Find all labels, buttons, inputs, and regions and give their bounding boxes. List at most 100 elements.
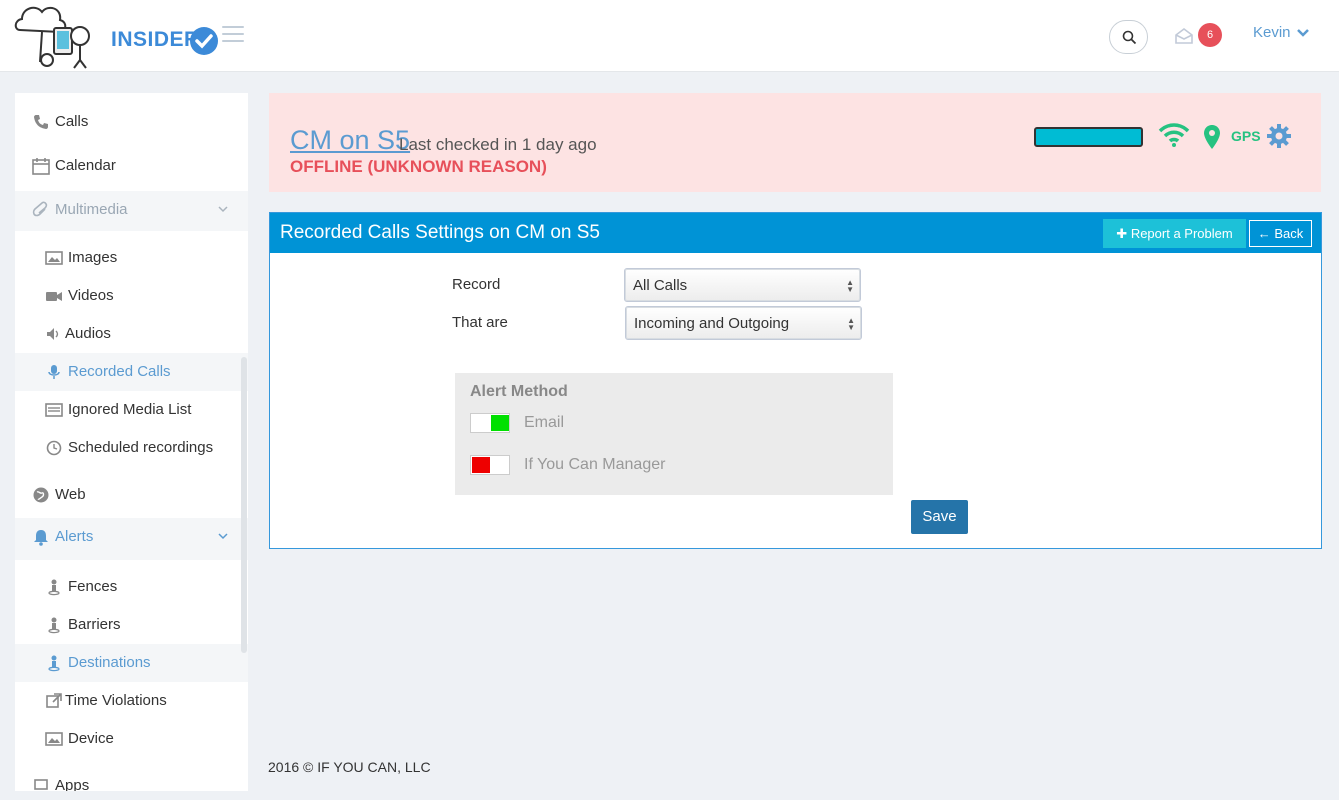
top-bar: INSIDER 6 Kevin (0, 0, 1339, 72)
check-badge-icon (190, 27, 218, 55)
sidebar-item-label: Scheduled recordings (68, 439, 214, 456)
list-icon (45, 403, 63, 417)
sidebar-item-label: Alerts (55, 528, 94, 545)
sidebar-item-label: Multimedia (55, 201, 128, 218)
sidebar-item-recorded-calls[interactable]: Recorded Calls (15, 353, 248, 391)
alert-method-box: Alert Method Email If You Can Manager (455, 373, 893, 495)
alert-method-title: Alert Method (470, 383, 568, 400)
external-link-icon (46, 693, 62, 708)
sidebar-item-label: Recorded Calls (68, 363, 171, 380)
record-label: Record (452, 276, 501, 293)
image-icon (45, 732, 63, 746)
map-pin-icon (1204, 125, 1220, 149)
sidebar-item-multimedia[interactable]: Multimedia (15, 191, 248, 231)
sidebar-item-barriers[interactable]: Barriers (15, 606, 248, 644)
person-pin-icon (48, 655, 60, 672)
sidebar-item-label: Destinations (68, 654, 151, 671)
save-button[interactable]: Save (911, 500, 968, 534)
sidebar-item-ignored-media-list[interactable]: Ignored Media List (15, 391, 248, 429)
record-select-value: All Calls (633, 277, 688, 294)
gear-icon[interactable] (1266, 123, 1292, 149)
sidebar-item-audios[interactable]: Audios (15, 315, 248, 353)
report-problem-label: Report a Problem (1130, 226, 1233, 241)
sidebar-item-scheduled-recordings[interactable]: Scheduled recordings (15, 429, 248, 467)
select-arrows-icon: ▲ ▼ (847, 316, 855, 332)
globe-icon (33, 487, 49, 503)
battery-indicator (1034, 127, 1143, 147)
device-status-panel: CM on S5 Last checked in 1 day ago OFFLI… (269, 93, 1321, 192)
sidebar-item-web[interactable]: Web (15, 476, 248, 514)
search-button[interactable] (1109, 20, 1148, 54)
email-toggle[interactable] (470, 413, 510, 433)
search-icon (1122, 30, 1137, 45)
video-camera-icon (46, 292, 62, 301)
sidebar-item-label: Time Violations (65, 692, 167, 709)
plus-icon: ✚ (1116, 226, 1128, 241)
sidebar-item-videos[interactable]: Videos (15, 277, 248, 315)
logo[interactable]: INSIDER (12, 0, 218, 72)
sidebar-item-device[interactable]: Device (15, 720, 248, 758)
menu-icon[interactable] (222, 26, 244, 44)
back-button[interactable]: ← Back (1249, 220, 1312, 247)
sidebar-item-label: Images (68, 249, 118, 266)
select-arrows-icon: ▲ ▼ (846, 278, 854, 294)
sidebar: Calls Calendar Multimedia Images Videos … (15, 93, 248, 791)
device-name-link[interactable]: CM on S5 (290, 125, 410, 156)
that-are-label: That are (452, 314, 508, 331)
paperclip-icon (32, 201, 48, 217)
panel-header: Recorded Calls Settings on CM on S5 ✚ Re… (270, 213, 1321, 253)
email-toggle-label: Email (524, 414, 565, 431)
sidebar-item-alerts[interactable]: Alerts (15, 518, 248, 560)
sidebar-item-label: Apps (55, 777, 90, 791)
record-select[interactable]: All Calls ▲ ▼ (624, 268, 861, 302)
sidebar-item-label: Calls (55, 113, 89, 130)
sidebar-item-label: Ignored Media List (68, 401, 192, 418)
panel-title: Recorded Calls Settings on CM on S5 (280, 222, 600, 243)
sidebar-item-label: Videos (68, 287, 114, 304)
manager-toggle[interactable] (470, 455, 510, 475)
sidebar-item-label: Calendar (55, 157, 116, 174)
sidebar-scrollbar[interactable] (241, 357, 247, 653)
arrow-left-icon: ← (1257, 226, 1271, 241)
sidebar-item-fences[interactable]: Fences (15, 568, 248, 606)
logo-text: INSIDER (111, 28, 200, 51)
report-problem-button[interactable]: ✚ Report a Problem (1103, 219, 1246, 248)
that-are-select-value: Incoming and Outgoing (634, 315, 790, 332)
sidebar-item-apps[interactable]: Apps (15, 767, 248, 791)
sidebar-item-label: Audios (65, 325, 111, 342)
chevron-down-icon[interactable] (1296, 28, 1310, 38)
person-pin-icon (48, 579, 60, 596)
sidebar-item-time-violations[interactable]: Time Violations (15, 682, 248, 720)
device-status-text: OFFLINE (UNKNOWN REASON) (290, 157, 547, 176)
last-checked-text: Last checked in 1 day ago (399, 135, 597, 154)
calendar-icon (32, 158, 50, 175)
user-menu[interactable]: Kevin (1253, 24, 1291, 41)
sidebar-item-calls[interactable]: Calls (15, 103, 248, 141)
that-are-select[interactable]: Incoming and Outgoing ▲ ▼ (625, 306, 862, 340)
notification-badge[interactable]: 6 (1198, 23, 1222, 47)
microphone-icon (48, 365, 60, 379)
gps-label: GPS (1231, 128, 1261, 144)
bell-icon (34, 530, 48, 546)
chevron-down-icon (218, 206, 228, 213)
phone-icon (34, 115, 48, 129)
sidebar-item-destinations[interactable]: Destinations (15, 644, 248, 682)
sidebar-item-images[interactable]: Images (15, 239, 248, 277)
sidebar-item-calendar[interactable]: Calendar (15, 147, 248, 185)
chevron-down-icon (218, 533, 228, 540)
sidebar-item-label: Device (68, 730, 114, 747)
sidebar-item-label: Barriers (68, 616, 121, 633)
speaker-icon (47, 328, 59, 340)
person-pin-icon (48, 617, 60, 634)
recorded-calls-settings-panel: Recorded Calls Settings on CM on S5 ✚ Re… (269, 212, 1322, 549)
inbox-icon[interactable] (1174, 27, 1194, 45)
manager-toggle-label: If You Can Manager (524, 456, 666, 473)
toggle-on-indicator (491, 415, 509, 431)
sidebar-item-label: Fences (68, 578, 118, 595)
wifi-icon (1158, 123, 1190, 147)
clock-icon (46, 440, 62, 456)
image-icon (45, 251, 63, 265)
back-label: Back (1274, 226, 1304, 241)
logo-cloud-icon (14, 6, 90, 69)
footer-copyright: 2016 © IF YOU CAN, LLC (268, 759, 431, 775)
